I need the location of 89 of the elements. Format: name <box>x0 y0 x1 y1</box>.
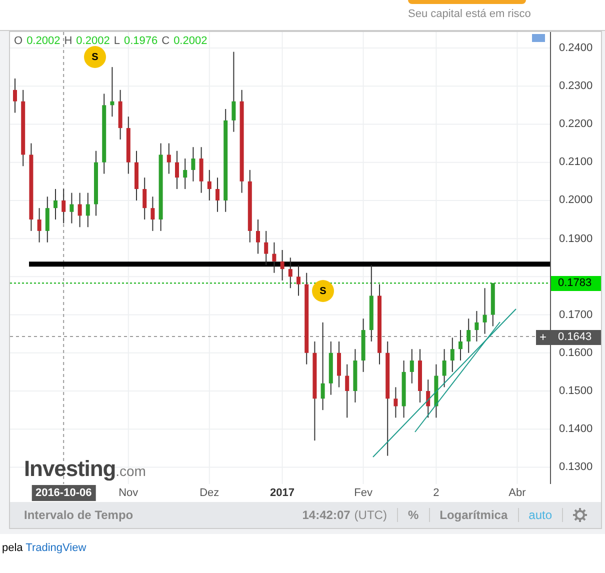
candle <box>191 146 196 182</box>
candle <box>94 150 98 216</box>
candle <box>288 257 292 289</box>
ohlc-label: L <box>114 34 120 49</box>
cursor-price-tag: 0.1643 <box>551 330 601 344</box>
candle <box>426 379 430 418</box>
candle <box>13 78 17 114</box>
month-label: 2 <box>433 486 440 501</box>
candle <box>272 242 276 274</box>
candle <box>142 177 147 220</box>
ohlc-value: 0.2002 <box>174 34 208 49</box>
log-scale-button[interactable]: Logarítmica <box>440 506 508 524</box>
month-label: Nov <box>118 486 138 501</box>
candle <box>458 330 462 362</box>
price-label: 0.1400 <box>559 423 593 436</box>
candle <box>345 364 350 418</box>
price-label: 0.1900 <box>559 232 593 245</box>
candle <box>280 250 284 281</box>
candle <box>70 192 74 224</box>
timezone-label: (UTC) <box>354 507 387 524</box>
risk-note: Seu capital está em risco <box>408 7 531 22</box>
logo-text: Investing <box>24 455 116 483</box>
ohlc-value: 0.2002 <box>76 34 110 49</box>
ohlc-label: C <box>162 34 170 49</box>
last-price-tag: 0.1783 <box>551 276 601 292</box>
candle <box>410 348 414 384</box>
candle <box>62 188 66 224</box>
candle <box>150 196 155 232</box>
clock-time: 14:42:07 <box>302 507 350 524</box>
candle <box>296 264 300 296</box>
candle <box>450 337 454 372</box>
add-button[interactable]: + <box>536 330 550 344</box>
price-label: 0.1500 <box>559 385 593 397</box>
candle <box>37 208 42 243</box>
candle <box>216 177 220 212</box>
price-label: 0.2100 <box>559 156 593 168</box>
price-label: 0.1300 <box>559 461 593 474</box>
candle <box>256 219 260 254</box>
candle <box>353 348 358 403</box>
price-label: 0.1700 <box>559 308 593 321</box>
price-label: 0.2000 <box>559 194 593 206</box>
candle <box>86 192 90 228</box>
upload-icon[interactable] <box>532 34 545 42</box>
candle <box>110 66 114 118</box>
event-marker[interactable]: S <box>84 46 106 68</box>
candle <box>394 386 398 418</box>
price-label: 0.2300 <box>559 80 593 92</box>
candle <box>54 188 58 220</box>
event-marker[interactable]: S <box>312 280 334 302</box>
candle <box>207 169 212 201</box>
candle <box>402 360 406 418</box>
candle <box>361 318 366 372</box>
settings-icon[interactable] <box>573 508 587 522</box>
month-label: Fev <box>354 486 372 501</box>
price-label: 0.2200 <box>559 118 593 130</box>
ohlc-label: O <box>14 34 23 49</box>
candle <box>434 364 438 418</box>
ohlc-label: H <box>64 34 72 49</box>
candle <box>442 348 446 388</box>
candle <box>490 282 495 327</box>
logo-suffix: .com <box>116 462 146 481</box>
ohlc-value: 0.1976 <box>124 34 158 49</box>
candle <box>418 348 422 403</box>
interval-button[interactable]: Intervalo de Tempo <box>24 506 134 524</box>
month-label: Abr <box>508 486 526 501</box>
candle <box>45 196 50 243</box>
candle <box>328 340 333 396</box>
price-label: 0.2400 <box>559 42 593 54</box>
month-label: Dez <box>200 486 220 501</box>
candle <box>78 192 82 228</box>
year-label: 2017 <box>270 486 295 501</box>
candle <box>482 288 487 334</box>
candle <box>337 340 341 388</box>
candle <box>466 318 471 354</box>
ohlc-value: 0.2002 <box>26 34 60 49</box>
price-label: 0.1600 <box>559 346 593 359</box>
candle <box>175 150 179 190</box>
tradingview-link[interactable]: TradingView <box>26 542 86 554</box>
cursor-date-tag: 2016-10-06 <box>31 485 96 501</box>
candle <box>264 230 268 266</box>
candle <box>474 310 479 342</box>
candle <box>166 142 171 174</box>
candle <box>183 158 188 190</box>
candle <box>134 150 138 201</box>
candle <box>118 89 122 140</box>
candle <box>199 146 204 194</box>
percent-button[interactable]: % <box>408 506 419 524</box>
attribution: pela TradingView <box>2 542 86 554</box>
candle <box>126 116 130 174</box>
